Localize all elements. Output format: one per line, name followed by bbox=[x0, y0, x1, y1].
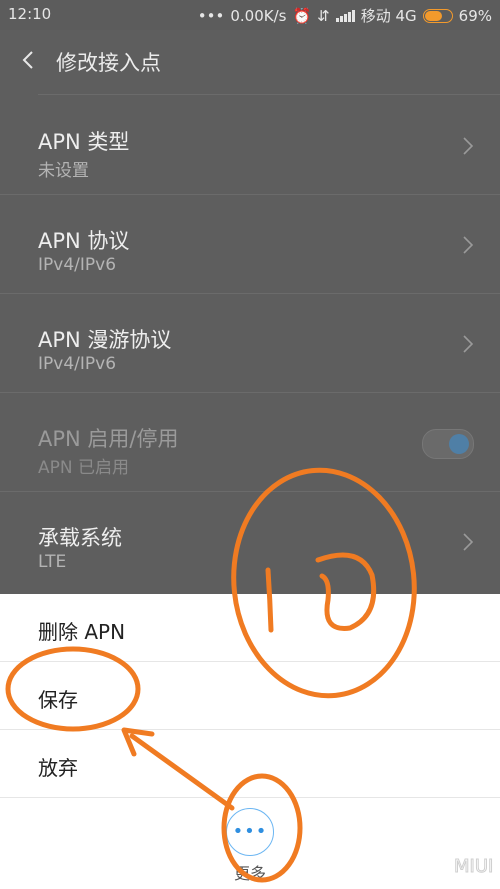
setting-apn-type[interactable]: APN 类型 未设置 bbox=[0, 96, 500, 195]
svg-text:MIUI: MIUI bbox=[454, 856, 493, 877]
status-icons: ••• 0.00K/s ⏰ ⇵ 移动 4G 69% bbox=[198, 5, 492, 26]
more-button[interactable]: ••• bbox=[226, 808, 274, 856]
setting-value: APN 已启用 bbox=[38, 458, 130, 478]
discard-button[interactable]: 放弃 bbox=[0, 730, 500, 798]
battery-icon bbox=[422, 8, 453, 23]
more-icon: ••• bbox=[232, 821, 268, 842]
chevron-right-icon bbox=[463, 335, 474, 353]
divider bbox=[38, 94, 500, 95]
setting-value: 未设置 bbox=[38, 161, 89, 181]
page-title: 修改接入点 bbox=[56, 51, 161, 75]
chevron-right-icon bbox=[463, 533, 474, 551]
menu-label: 保存 bbox=[38, 688, 78, 712]
menu-label: 放弃 bbox=[38, 756, 78, 780]
setting-value: LTE bbox=[38, 552, 67, 572]
toggle-knob bbox=[449, 434, 469, 454]
status-bar: 12:10 ••• 0.00K/s ⏰ ⇵ 移动 4G 69% bbox=[0, 0, 500, 30]
setting-apn-protocol[interactable]: APN 协议 IPv4/IPv6 bbox=[0, 195, 500, 294]
menu-label: 删除 APN bbox=[38, 620, 126, 644]
miui-watermark-icon: MIUI bbox=[454, 856, 494, 878]
setting-title: APN 启用/停用 bbox=[38, 427, 179, 451]
toggle-switch[interactable] bbox=[422, 429, 474, 459]
settings-list: APN 类型 未设置 APN 协议 IPv4/IPv6 APN 漫游协议 IPv… bbox=[0, 90, 500, 594]
bottom-menu: 删除 APN 保存 放弃 ••• 更多 MIUI bbox=[0, 594, 500, 889]
status-time: 12:10 bbox=[8, 5, 52, 23]
back-icon[interactable] bbox=[18, 48, 40, 72]
setting-bearer[interactable]: 承载系统 LTE bbox=[0, 492, 500, 590]
notification-dots: ••• bbox=[197, 6, 225, 25]
setting-value: IPv4/IPv6 bbox=[38, 255, 117, 275]
chevron-right-icon bbox=[463, 137, 474, 155]
app-header: 修改接入点 bbox=[0, 30, 500, 90]
setting-title: 承载系统 bbox=[38, 526, 122, 550]
setting-value: IPv4/IPv6 bbox=[38, 354, 117, 374]
vibrate-icon: ⇵ bbox=[317, 6, 330, 25]
signal-icon bbox=[335, 9, 355, 22]
delete-apn-button[interactable]: 删除 APN bbox=[0, 594, 500, 662]
carrier-label: 移动 4G bbox=[360, 7, 417, 25]
setting-title: APN 漫游协议 bbox=[38, 328, 172, 352]
setting-title: APN 类型 bbox=[38, 130, 130, 154]
chevron-right-icon bbox=[463, 236, 474, 254]
save-button[interactable]: 保存 bbox=[0, 662, 500, 730]
setting-title: APN 协议 bbox=[38, 229, 130, 253]
battery-percent: 69% bbox=[458, 6, 492, 25]
setting-apn-enable: APN 启用/停用 APN 已启用 bbox=[0, 393, 500, 492]
more-label: 更多 bbox=[233, 864, 266, 883]
setting-apn-roaming-protocol[interactable]: APN 漫游协议 IPv4/IPv6 bbox=[0, 294, 500, 393]
alarm-icon: ⏰ bbox=[292, 6, 312, 25]
network-speed: 0.00K/s bbox=[230, 6, 287, 25]
